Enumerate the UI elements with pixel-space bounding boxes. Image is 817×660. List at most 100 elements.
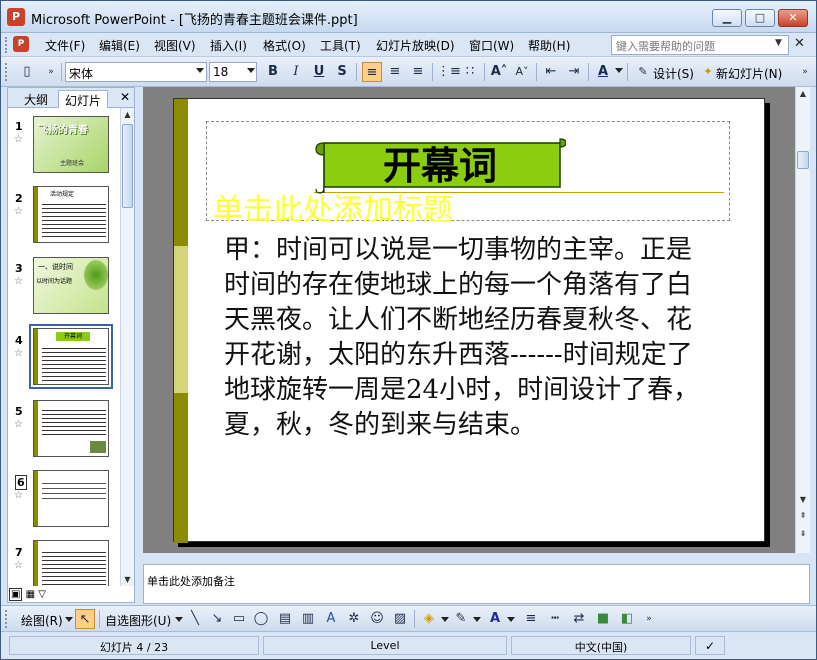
chevron-down-icon[interactable] [507,617,515,622]
line-color-icon[interactable]: ✎ [451,609,471,629]
slide-scrollbar[interactable]: ▲ ▼ ⇞ ⇟ [795,87,810,553]
picture-icon[interactable]: ▨ [390,609,410,629]
bold-button[interactable]: B [263,62,283,82]
chevron-down-icon[interactable] [473,617,481,622]
scroll-banner[interactable]: 开幕词 [314,137,566,195]
font-color-icon[interactable]: A [593,62,613,82]
maximize-button[interactable]: □ [745,9,775,27]
scroll-up-icon[interactable]: ▲ [796,89,810,98]
menu-help[interactable]: 帮助(H) [528,37,570,54]
chevron-down-icon[interactable] [196,68,204,73]
fill-color-icon[interactable]: ◈ [419,609,439,629]
current-slide[interactable]: 单击此处添加标题 开幕词 甲：时间可以说是一切事物的主宰。正是时间的存在使地球上… [173,98,765,543]
scroll-down-icon[interactable]: ▼ [121,575,134,584]
select-pointer-icon[interactable]: ↖ [75,609,95,629]
rectangle-icon[interactable]: ▭ [229,609,249,629]
menu-window[interactable]: 窗口(W) [469,37,514,54]
chevron-down-icon[interactable] [441,617,449,622]
slide-thumbnail-1[interactable]: 飞扬的青春 主题班会 [33,116,109,173]
chevron-down-icon[interactable] [65,617,73,622]
new-slide-icon[interactable]: ✦ [698,62,718,82]
chevron-down-icon[interactable]: ▼ [775,38,782,48]
italic-button[interactable]: I [286,62,306,82]
textbox-icon[interactable]: ▤ [275,609,295,629]
menu-slideshow[interactable]: 幻灯片放映(D) [376,37,455,54]
line-style-icon[interactable]: ≡ [521,609,541,629]
3d-style-icon[interactable]: ◧ [617,609,637,629]
next-slide-icon[interactable]: ⇟ [796,529,810,538]
previous-slide-icon[interactable]: ⇞ [796,511,810,520]
close-document-icon[interactable]: ✕ [794,36,805,51]
slide-thumbnail-2[interactable]: 活动规定 [33,186,109,243]
scroll-down-icon[interactable]: ▼ [796,495,810,504]
chevron-down-icon[interactable] [615,68,623,73]
close-panel-icon[interactable]: ✕ [120,90,130,104]
align-left-icon[interactable]: ≡ [362,62,382,82]
thumbnails-scrollbar[interactable]: ▲ ▼ [120,108,134,586]
shadow-button[interactable]: S [332,62,352,82]
scroll-up-icon[interactable]: ▲ [121,110,134,119]
line-icon[interactable]: ╲ [185,609,205,629]
font-color-icon[interactable]: A [485,609,505,629]
powerpoint-icon[interactable]: P [7,8,25,26]
scrollbar-thumb[interactable] [122,124,133,208]
slide-thumbnail-3[interactable]: 一、说时间 以时间为话题 [33,257,109,314]
slide-sorter-icon[interactable]: ▦ [26,589,35,600]
help-search-input[interactable]: 键入需要帮助的问题 [611,35,789,55]
autoshapes-button[interactable]: 自选图形(U) [105,612,171,629]
chevron-down-icon[interactable] [175,617,183,622]
bullets-icon[interactable]: ∷ [460,62,480,82]
toolbar-options-icon[interactable]: » [41,62,61,82]
diagram-icon[interactable]: ✲ [344,609,364,629]
decrease-font-icon[interactable]: A˅ [512,62,532,82]
numbering-icon[interactable]: ⋮≡ [437,62,461,82]
chevron-down-icon[interactable] [247,68,255,73]
font-name-select[interactable]: 宋体 [65,62,207,82]
scrollbar-thumb[interactable] [797,151,809,169]
toolbar-options-icon[interactable]: » [795,62,815,82]
toolbar-grip[interactable] [5,37,8,53]
dash-style-icon[interactable]: ┅ [545,609,565,629]
underline-button[interactable]: U [309,62,329,82]
spelling-check-icon[interactable]: ✓ [695,636,725,655]
slide-thumbnail-4[interactable]: 开幕词 [29,324,113,389]
decrease-indent-icon[interactable]: ⇤ [541,62,561,82]
tab-outline[interactable]: 大纲 [18,90,54,108]
new-slide-button[interactable]: 新幻灯片(N) [716,65,782,82]
shadow-style-icon[interactable]: ■ [593,609,613,629]
notes-pane[interactable]: 单击此处添加备注 [143,564,810,604]
menu-file[interactable]: 文件(F) [45,37,85,54]
slide-thumbnail-7[interactable] [33,540,109,586]
slideshow-icon[interactable]: ▽ [38,589,46,600]
wordart-icon[interactable]: A [321,609,341,629]
design-icon[interactable]: ✎ [633,62,653,82]
toolbar-grip[interactable] [5,610,8,628]
oval-icon[interactable]: ◯ [251,609,271,629]
slide-thumbnail-5[interactable] [33,400,109,457]
draw-menu-button[interactable]: 绘图(R) [21,612,63,629]
align-right-icon[interactable]: ≡ [408,62,428,82]
increase-indent-icon[interactable]: ⇥ [564,62,584,82]
notes-placeholder[interactable]: 单击此处添加备注 [147,573,235,589]
arrow-icon[interactable]: ↘ [207,609,227,629]
toolbar-grip[interactable] [5,63,8,81]
tab-slides[interactable]: 幻灯片 [58,90,109,108]
slide-banner-title[interactable]: 开幕词 [314,137,566,195]
arrow-style-icon[interactable]: ⇄ [569,609,589,629]
clipart-icon[interactable]: ☺ [367,609,387,629]
slide-body-text[interactable]: 甲：时间可以说是一切事物的主宰。正是时间的存在使地球上的每一个角落有了白天黑夜。… [224,233,704,443]
toolbar-options-icon[interactable]: » [639,609,659,629]
slide-thumbnail-6[interactable] [33,470,109,527]
vertical-textbox-icon[interactable]: ▥ [298,609,318,629]
minimize-button[interactable]: ▁ [712,9,742,27]
increase-font-icon[interactable]: A˄ [489,62,509,82]
design-button[interactable]: 设计(S) [653,65,694,82]
align-center-icon[interactable]: ≡ [385,62,405,82]
new-document-icon[interactable]: ▯ [17,62,37,82]
menu-view[interactable]: 视图(V) [154,37,196,54]
close-button[interactable]: ✕ [778,9,808,27]
normal-view-icon[interactable]: ▣ [9,588,23,601]
menu-insert[interactable]: 插入(I) [210,37,247,54]
menu-format[interactable]: 格式(O) [263,37,306,54]
document-icon[interactable]: P [13,36,29,52]
